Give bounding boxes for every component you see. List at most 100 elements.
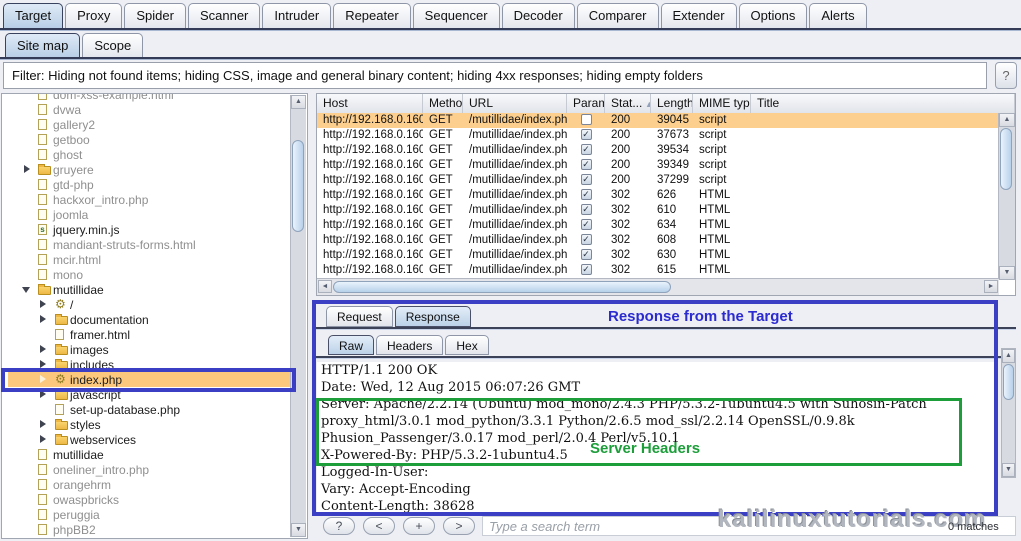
tree-item-owaspbricks[interactable]: owaspbricks (2, 492, 307, 507)
tab-request[interactable]: Request (326, 306, 393, 327)
tab-response[interactable]: Response (395, 306, 471, 327)
table-row[interactable]: http://192.168.0.160GET/mutillidae/index… (317, 113, 999, 128)
table-hscrollbar-thumb[interactable] (333, 281, 671, 293)
tree-item-phpbb2[interactable]: phpBB2 (2, 522, 307, 537)
chevron-right-icon[interactable] (40, 315, 46, 323)
column-header-stat[interactable]: Stat... ▲ (605, 94, 651, 113)
tree-item-gallery2[interactable]: gallery2 (2, 117, 307, 132)
tree-item-joomla[interactable]: joomla (2, 207, 307, 222)
filter-bar[interactable]: Filter: Hiding not found items; hiding C… (3, 62, 987, 89)
chevron-right-icon[interactable] (40, 345, 46, 353)
tree-item-mandiant-struts-forms-html[interactable]: mandiant-struts-forms.html (2, 237, 307, 252)
scroll-down-icon[interactable]: ▼ (291, 523, 306, 537)
column-header-params[interactable]: Params (567, 94, 605, 113)
tree-item-getboo[interactable]: getboo (2, 132, 307, 147)
scroll-left-icon[interactable]: ◄ (318, 280, 332, 293)
tree-item-dvwa[interactable]: dvwa (2, 102, 307, 117)
scroll-down-icon[interactable]: ▼ (999, 266, 1015, 280)
tab-sequencer[interactable]: Sequencer (413, 3, 500, 28)
scroll-up-icon[interactable]: ▲ (291, 95, 306, 109)
tab-scanner[interactable]: Scanner (188, 3, 260, 28)
tree-item-framer-html[interactable]: framer.html (2, 327, 307, 342)
tree-item-hackxor-intro-php[interactable]: hackxor_intro.php (2, 192, 307, 207)
tab-headers[interactable]: Headers (376, 335, 443, 355)
tab-alerts[interactable]: Alerts (809, 3, 866, 28)
viewer-scrollbar[interactable]: ▲ ▼ (1001, 348, 1016, 478)
tree-item-ghost[interactable]: ghost (2, 147, 307, 162)
tab-extender[interactable]: Extender (661, 3, 737, 28)
chevron-right-icon[interactable] (40, 375, 46, 383)
help-button[interactable]: ? (323, 517, 355, 535)
tree-item-orangehrm[interactable]: orangehrm (2, 477, 307, 492)
column-header-length[interactable]: Length (651, 94, 693, 113)
chevron-right-icon[interactable] (40, 390, 46, 398)
chevron-down-icon[interactable] (22, 287, 30, 293)
tree-item-styles[interactable]: styles (2, 417, 307, 432)
tab-comparer[interactable]: Comparer (577, 3, 659, 28)
tab-repeater[interactable]: Repeater (333, 3, 410, 28)
response-raw-text[interactable]: HTTP/1.1 200 OKDate: Wed, 12 Aug 2015 06… (317, 362, 997, 513)
table-row[interactable]: http://192.168.0.160GET/mutillidae/index… (317, 173, 999, 188)
chevron-right-icon[interactable] (40, 300, 46, 308)
scroll-up-icon[interactable]: ▲ (999, 113, 1015, 127)
table-row[interactable]: http://192.168.0.160GET/mutillidae/index… (317, 263, 999, 278)
table-horizontal-scrollbar[interactable]: ◄ ► (317, 278, 999, 295)
tree-item-documentation[interactable]: documentation (2, 312, 307, 327)
tree-item-mutillidae[interactable]: mutillidae (2, 447, 307, 462)
table-row[interactable]: http://192.168.0.160GET/mutillidae/index… (317, 188, 999, 203)
tree-item-includes[interactable]: includes (2, 357, 307, 372)
tab-scope[interactable]: Scope (82, 33, 143, 57)
table-row[interactable]: http://192.168.0.160GET/mutillidae/index… (317, 158, 999, 173)
tree-item-mono[interactable]: mono (2, 267, 307, 282)
table-row[interactable]: http://192.168.0.160GET/mutillidae/index… (317, 248, 999, 263)
column-header-title[interactable]: Title (751, 94, 1015, 113)
tree-item-images[interactable]: images (2, 342, 307, 357)
tab-raw[interactable]: Raw (328, 335, 374, 355)
tree-item-set-up-database-php[interactable]: set-up-database.php (2, 402, 307, 417)
tab-options[interactable]: Options (739, 3, 808, 28)
tab-intruder[interactable]: Intruder (262, 3, 331, 28)
tab-target[interactable]: Target (3, 3, 63, 28)
tree-item-gtd-php[interactable]: gtd-php (2, 177, 307, 192)
tree-item-oneliner-intro-php[interactable]: oneliner_intro.php (2, 462, 307, 477)
tree-item-webservices[interactable]: webservices (2, 432, 307, 447)
column-header-host[interactable]: Host (317, 94, 423, 113)
tree-item-dom-xss-example-html[interactable]: dom-xss-example.html (2, 93, 307, 102)
add-button[interactable]: + (403, 517, 435, 535)
table-row[interactable]: http://192.168.0.160GET/mutillidae/index… (317, 233, 999, 248)
table-row[interactable]: http://192.168.0.160GET/mutillidae/index… (317, 203, 999, 218)
scroll-down-icon[interactable]: ▼ (1002, 463, 1015, 477)
tree-item-peruggia[interactable]: peruggia (2, 507, 307, 522)
column-header-method[interactable]: Method (423, 94, 463, 113)
table-row[interactable]: http://192.168.0.160GET/mutillidae/index… (317, 128, 999, 143)
viewer-scrollbar-thumb[interactable] (1003, 364, 1014, 400)
tab-proxy[interactable]: Proxy (65, 3, 122, 28)
column-header-mime-type[interactable]: MIME type (693, 94, 751, 113)
table-row[interactable]: http://192.168.0.160GET/mutillidae/index… (317, 143, 999, 158)
tab-site-map[interactable]: Site map (5, 33, 80, 57)
tree-scrollbar[interactable]: ▲ ▼ (290, 95, 306, 537)
tab-hex[interactable]: Hex (445, 335, 488, 355)
chevron-right-icon[interactable] (40, 435, 46, 443)
tree-item-root[interactable]: ⚙/ (2, 297, 307, 312)
chevron-right-icon[interactable] (40, 420, 46, 428)
table-scrollbar-thumb[interactable] (1000, 128, 1012, 190)
next-button[interactable]: > (443, 517, 475, 535)
column-header-url[interactable]: URL (463, 94, 567, 113)
chevron-right-icon[interactable] (24, 165, 30, 173)
tree-scrollbar-thumb[interactable] (292, 140, 304, 232)
table-vertical-scrollbar[interactable]: ▲ ▼ (998, 113, 1015, 280)
tree-item-mcir-html[interactable]: mcir.html (2, 252, 307, 267)
tab-decoder[interactable]: Decoder (502, 3, 575, 28)
table-row[interactable]: http://192.168.0.160GET/mutillidae/index… (317, 218, 999, 233)
tree-item-gruyere[interactable]: gruyere (2, 162, 307, 177)
filter-help-button[interactable]: ? (995, 62, 1017, 89)
tree-item-mutillidae[interactable]: mutillidae (2, 282, 307, 297)
tree-item-javascript[interactable]: javascript (2, 387, 307, 402)
tab-spider[interactable]: Spider (124, 3, 186, 28)
scroll-right-icon[interactable]: ► (984, 280, 998, 293)
tree-item-index-php[interactable]: ⚙index.php (2, 372, 307, 387)
scroll-up-icon[interactable]: ▲ (1002, 349, 1015, 363)
tree-item-jquery-min-js[interactable]: sjquery.min.js (2, 222, 307, 237)
chevron-right-icon[interactable] (40, 360, 46, 368)
